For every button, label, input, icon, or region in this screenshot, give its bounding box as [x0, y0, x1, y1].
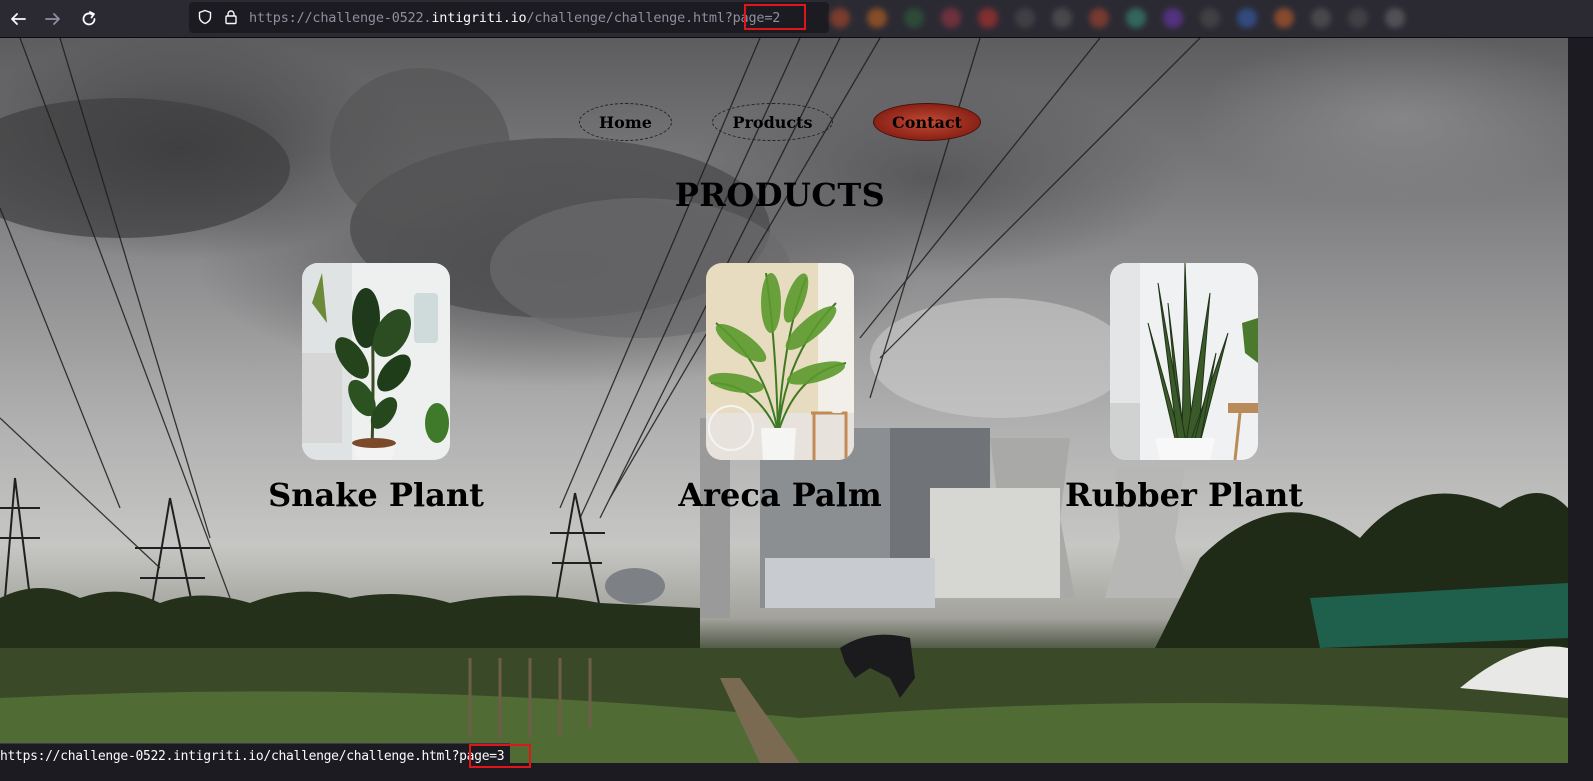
rubber-plant-photo-icon — [302, 263, 450, 460]
scrollbar-gutter[interactable] — [1568, 38, 1593, 781]
nav-contact-button[interactable]: Contact — [873, 103, 981, 141]
url-text[interactable]: https://challenge-0522.intigriti.io/chal… — [249, 10, 780, 26]
areca-palm-photo-icon — [706, 263, 854, 460]
url-prefix: https://challenge-0522. — [249, 10, 432, 26]
nav-products-button[interactable]: Products — [712, 103, 833, 141]
blurred-extension-icons — [830, 6, 1570, 30]
product-image-1 — [302, 263, 450, 460]
status-url-text: https://challenge-0522.intigriti.io/chal… — [0, 749, 505, 764]
page-viewport: Home Products Contact PRODUCTS Snake Pla… — [0, 38, 1568, 763]
url-query-highlight-box — [744, 4, 806, 30]
product-name-2: Areca Palm — [678, 476, 882, 514]
link-status-bar: https://challenge-0522.intigriti.io/chal… — [0, 743, 531, 769]
product-image-3 — [1110, 263, 1258, 460]
reload-icon[interactable] — [76, 6, 102, 32]
snake-plant-photo-icon — [1110, 263, 1258, 460]
window-bottom-edge — [0, 768, 1593, 781]
nav-home-button[interactable]: Home — [579, 103, 672, 141]
browser-toolbar: https://challenge-0522.intigriti.io/chal… — [0, 0, 1593, 38]
shield-icon[interactable] — [197, 9, 213, 25]
url-host: intigriti.io — [431, 10, 527, 26]
lock-icon[interactable] — [223, 9, 239, 25]
status-query-highlight-box — [469, 744, 531, 768]
forward-arrow-icon[interactable] — [40, 6, 66, 32]
url-path: /challenge/challenge.html — [526, 10, 725, 26]
product-name-3: Rubber Plant — [1065, 476, 1303, 514]
page-title: PRODUCTS — [674, 176, 886, 214]
product-name-1: Snake Plant — [268, 476, 484, 514]
product-image-2 — [706, 263, 854, 460]
back-arrow-icon[interactable] — [5, 6, 31, 32]
address-bar[interactable]: https://challenge-0522.intigriti.io/chal… — [189, 2, 829, 33]
